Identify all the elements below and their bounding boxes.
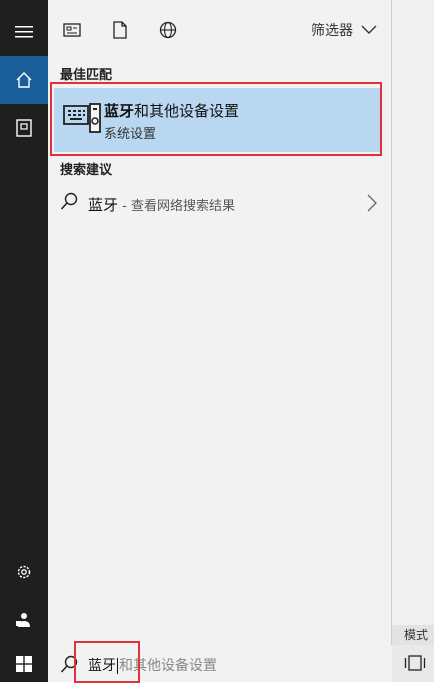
user-icon — [16, 613, 30, 627]
windows-icon — [16, 655, 32, 672]
suggestion-query: 蓝牙 — [88, 196, 119, 214]
search-input-highlight — [74, 641, 140, 683]
document-icon — [113, 21, 127, 39]
apps-icon — [63, 23, 81, 37]
apps-filter-button[interactable] — [60, 18, 84, 42]
documents-filter-button[interactable] — [108, 18, 132, 42]
search-icon — [60, 192, 78, 210]
chevron-down-icon — [361, 25, 377, 34]
menu-icon — [15, 26, 33, 38]
suggestion-text: 蓝牙 - 查看网络搜索结果 — [88, 194, 235, 215]
start-button[interactable] — [0, 645, 48, 682]
home-button[interactable] — [0, 56, 48, 104]
search-panel: 筛选器 最佳匹配 蓝牙和其他设备设置 系统设置 搜索建议 蓝牙 - 查看网络搜索… — [48, 0, 392, 645]
menu-button[interactable] — [0, 8, 48, 56]
taskbar: 蓝牙 和其他设备设置 — [0, 641, 434, 683]
best-match-heading: 最佳匹配 — [60, 68, 113, 83]
filter-dropdown[interactable]: 筛选器 — [311, 20, 377, 40]
settings-button[interactable] — [0, 548, 48, 596]
documents-icon — [16, 119, 32, 137]
panel-toolbar: 筛选器 — [48, 0, 391, 60]
filter-label: 筛选器 — [311, 23, 353, 39]
documents-button[interactable] — [0, 104, 48, 152]
start-rail — [0, 0, 48, 682]
web-filter-button[interactable] — [156, 18, 180, 42]
settings-icon — [17, 565, 31, 579]
desktop-background — [392, 0, 434, 682]
suggestions-heading: 搜索建议 — [60, 163, 113, 178]
task-view-icon[interactable] — [404, 655, 426, 671]
best-match-highlight — [50, 82, 382, 156]
taskbar-search-box[interactable]: 蓝牙 和其他设备设置 — [48, 641, 392, 683]
home-icon — [16, 72, 32, 88]
web-icon — [159, 21, 177, 39]
suggestion-description: - 查看网络搜索结果 — [118, 199, 235, 214]
desktop-mode-label: 模式 — [392, 625, 434, 645]
user-button[interactable] — [0, 596, 48, 644]
suggestion-item[interactable]: 蓝牙 - 查看网络搜索结果 — [48, 182, 391, 224]
chevron-right-icon — [367, 194, 377, 212]
